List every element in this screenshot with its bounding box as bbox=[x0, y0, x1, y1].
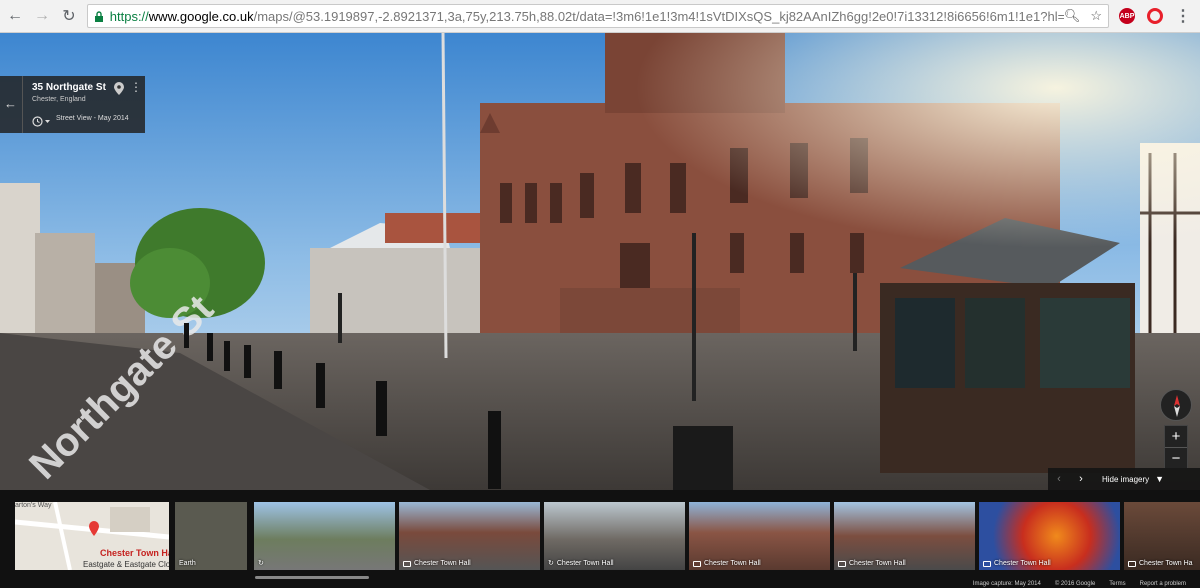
back-arrow-icon[interactable]: ← bbox=[4, 96, 17, 111]
report-problem-link[interactable]: Report a problem bbox=[1140, 581, 1186, 587]
photo-thumbnail[interactable]: Chester Town Hall bbox=[689, 502, 830, 570]
terms-link[interactable]: Terms bbox=[1109, 581, 1125, 587]
hide-imagery-button[interactable]: Hide imagery bbox=[1102, 475, 1149, 484]
camera-icon bbox=[1128, 560, 1136, 567]
opera-icon bbox=[1147, 8, 1163, 24]
imagery-bar: ‹ › Hide imagery ▼ bbox=[1048, 468, 1200, 490]
earth-thumbnail[interactable]: Earth bbox=[175, 502, 247, 570]
browser-menu-icon[interactable]: ⋮ bbox=[1173, 6, 1193, 26]
thumb-label-wrap: Chester Town Hall bbox=[693, 560, 761, 567]
thumb-label: Chester Town Hall bbox=[414, 560, 471, 567]
prev-imagery-icon[interactable]: ‹ bbox=[1048, 468, 1070, 490]
forward-icon[interactable]: → bbox=[30, 4, 54, 28]
address-bar[interactable]: https:// www.google.co.uk /maps/@53.1919… bbox=[87, 4, 1109, 28]
streetview-thumbnail[interactable]: ↻ bbox=[254, 502, 395, 570]
zoom-out-button[interactable]: − bbox=[1165, 448, 1187, 469]
360-icon: ↻ bbox=[258, 560, 264, 567]
zoom-icon[interactable]: 🔍︎ bbox=[1064, 8, 1081, 24]
filmstrip-scrollbar[interactable] bbox=[255, 576, 369, 579]
time-travel-icon[interactable] bbox=[32, 114, 52, 132]
photo-thumbnail[interactable]: Chester Town Hall bbox=[399, 502, 540, 570]
map-pin-icon[interactable] bbox=[114, 82, 124, 100]
place-subtitle: Chester, England bbox=[32, 96, 86, 103]
collapse-icon[interactable]: ▼ bbox=[1155, 474, 1164, 484]
url-scheme: https:// bbox=[109, 8, 149, 24]
thumb-label: Chester Town Hall bbox=[849, 560, 906, 567]
thumb-label-wrap: Chester Town Hall bbox=[403, 560, 471, 567]
thumb-label: Earth bbox=[179, 560, 196, 567]
adblock-label: ABP bbox=[1119, 12, 1135, 20]
more-options-icon[interactable]: ⋮ bbox=[130, 81, 142, 93]
thumb-label-wrap: Chester Town Hall bbox=[838, 560, 906, 567]
thumb-label: Chester Town Hall bbox=[556, 559, 614, 567]
thumb-label-wrap: ↻ Chester Town Hall bbox=[548, 559, 614, 568]
thumb-label: Chester Town Ha bbox=[1139, 560, 1193, 567]
lock-icon bbox=[94, 10, 106, 22]
photo-filmstrip: arton's Way Chester Town Hall Eastgate &… bbox=[0, 490, 1200, 588]
url-path: /maps/@53.1919897,-2.8921371,3a,75y,213.… bbox=[253, 8, 1064, 24]
map-road-label: arton's Way bbox=[15, 502, 52, 509]
opera-extension-button[interactable] bbox=[1145, 6, 1165, 26]
reload-icon[interactable]: ↻ bbox=[57, 4, 81, 28]
photo-thumbnail[interactable]: Chester Town Hall bbox=[834, 502, 975, 570]
back-icon[interactable]: ← bbox=[3, 4, 27, 28]
photo-thumbnail[interactable]: ↻ Chester Town Hall bbox=[544, 502, 685, 570]
street-view-panorama[interactable]: Northgate St ← 35 Northgate St Chester, … bbox=[0, 33, 1200, 490]
thumb-label-wrap: ↻ bbox=[258, 559, 267, 567]
thumb-label: Chester Town Hall bbox=[704, 560, 761, 567]
url-host: www.google.co.uk bbox=[148, 8, 254, 24]
adblock-icon: ABP bbox=[1119, 8, 1135, 24]
map-poi-label: Eastgate & Eastgate Clock bbox=[83, 560, 169, 569]
copyright: © 2016 Google bbox=[1054, 581, 1096, 587]
image-capture-date: Image capture: May 2014 bbox=[972, 581, 1041, 587]
browser-toolbar: ← → ↻ https:// www.google.co.uk /maps/@5… bbox=[0, 0, 1200, 33]
camera-icon bbox=[983, 560, 991, 567]
thumb-label-wrap: Chester Town Hall bbox=[983, 560, 1051, 567]
camera-icon bbox=[403, 560, 411, 567]
zoom-in-button[interactable]: + bbox=[1165, 426, 1187, 447]
thumb-label-wrap: Chester Town Ha bbox=[1128, 560, 1193, 567]
compass-icon[interactable] bbox=[1160, 389, 1192, 421]
photo-thumbnail[interactable]: Chester Town Hall bbox=[979, 502, 1120, 570]
photo-thumbnail[interactable]: Chester Town Ha bbox=[1124, 502, 1200, 570]
camera-icon bbox=[693, 560, 701, 567]
adblock-extension-button[interactable]: ABP bbox=[1117, 6, 1137, 26]
bookmark-star-icon[interactable]: ☆ bbox=[1090, 8, 1102, 24]
thumb-label: Chester Town Hall bbox=[994, 560, 1051, 567]
zoom-control: + − bbox=[1164, 425, 1188, 469]
street-view-date[interactable]: Street View - May 2014 bbox=[56, 115, 129, 122]
card-divider bbox=[22, 76, 23, 133]
map-pin-label: Chester Town Hall bbox=[100, 548, 169, 558]
next-imagery-icon[interactable]: › bbox=[1070, 468, 1092, 490]
camera-icon bbox=[838, 560, 846, 567]
map-thumbnail[interactable]: arton's Way Chester Town Hall Eastgate &… bbox=[15, 502, 169, 570]
place-title[interactable]: 35 Northgate St bbox=[32, 82, 106, 93]
location-info-card: ← 35 Northgate St Chester, England ⋮ Str… bbox=[0, 76, 145, 133]
360-icon: ↻ bbox=[548, 560, 554, 567]
street-scene-image: Northgate St bbox=[0, 33, 1200, 490]
footer: Image capture: May 2014 © 2016 Google Te… bbox=[973, 581, 1186, 587]
